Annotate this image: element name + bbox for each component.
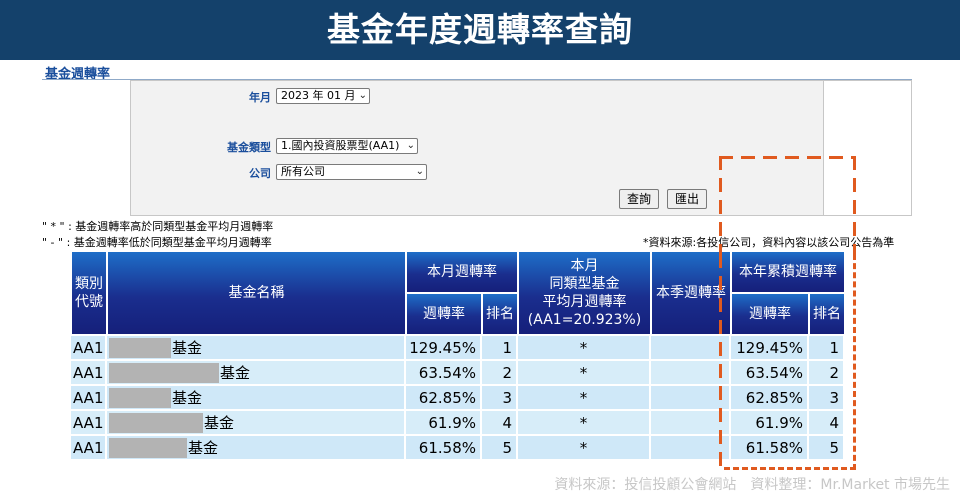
fund-name-suffix: 基金 bbox=[172, 339, 203, 357]
cell-fund-name: 基金 bbox=[107, 436, 406, 461]
cell-fund-name: 基金 bbox=[107, 411, 406, 436]
cell-same-type-average: * bbox=[518, 436, 651, 461]
form-side-panel bbox=[824, 80, 912, 216]
highlight-box-left bbox=[719, 254, 722, 470]
fund-name-suffix: 基金 bbox=[204, 414, 235, 432]
query-button[interactable]: 查詢 bbox=[619, 189, 659, 209]
redacted-fund-name bbox=[109, 412, 203, 433]
data-source-note: *資料來源:各投信公司，資料內容以該公司公告為準 bbox=[643, 236, 895, 249]
chevron-down-icon: ⌄ bbox=[415, 166, 424, 177]
note-below-average: " - " : 基金週轉率低於同類型基金平均月週轉率 bbox=[42, 236, 272, 249]
year-month-label: 年月 bbox=[249, 91, 271, 104]
cell-turnover-rate: 129.45% bbox=[406, 336, 482, 361]
cell-fund-name: 基金 bbox=[107, 386, 406, 411]
redacted-fund-name bbox=[109, 337, 171, 358]
header-turnover-rate: 週轉率 bbox=[406, 293, 482, 335]
fund-type-value: 1.國內投資股票型(AA1) bbox=[281, 139, 400, 152]
cell-rank: 5 bbox=[482, 436, 518, 461]
highlight-box-top bbox=[719, 156, 856, 159]
cell-category-code: AA1 bbox=[71, 336, 107, 361]
cell-same-type-average: * bbox=[518, 336, 651, 361]
highlight-box-right-upper bbox=[853, 156, 856, 256]
header-rank: 排名 bbox=[482, 293, 518, 335]
redacted-fund-name bbox=[109, 362, 219, 383]
cell-same-type-average: * bbox=[518, 361, 651, 386]
export-button[interactable]: 匯出 bbox=[667, 189, 707, 209]
chevron-down-icon: ⌄ bbox=[406, 140, 415, 151]
banner-title: 基金年度週轉率查詢 bbox=[327, 10, 633, 49]
cell-rank: 2 bbox=[482, 361, 518, 386]
title-banner: 基金年度週轉率查詢 bbox=[0, 0, 960, 60]
cell-category-code: AA1 bbox=[71, 436, 107, 461]
fund-type-label: 基金類型 bbox=[227, 141, 271, 154]
cell-rank: 4 bbox=[482, 411, 518, 436]
chevron-down-icon: ⌄ bbox=[358, 90, 367, 101]
cell-rank: 1 bbox=[482, 336, 518, 361]
header-same-type-average: 本月 同類型基金 平均月週轉率 (AA1=20.923%) bbox=[518, 251, 651, 335]
cell-category-code: AA1 bbox=[71, 386, 107, 411]
redacted-fund-name bbox=[109, 437, 187, 458]
header-category-code: 類別代號 bbox=[71, 251, 107, 335]
cell-fund-name: 基金 bbox=[107, 336, 406, 361]
cell-turnover-rate: 62.85% bbox=[406, 386, 482, 411]
year-month-value: 2023 年 01 月 bbox=[281, 89, 356, 102]
header-monthly-turnover: 本月週轉率 bbox=[406, 251, 518, 293]
fund-name-suffix: 基金 bbox=[172, 389, 203, 407]
highlight-box-left-upper bbox=[719, 156, 722, 256]
company-value: 所有公司 bbox=[281, 165, 325, 178]
highlight-box bbox=[724, 254, 856, 470]
cell-same-type-average: * bbox=[518, 386, 651, 411]
page: 基金年度週轉率查詢 基金 週轉率 年月 2023 年 01 月 ⌄ 基金類型 1.… bbox=[0, 0, 960, 502]
cell-turnover-rate: 61.9% bbox=[406, 411, 482, 436]
redacted-fund-name bbox=[109, 387, 171, 408]
cell-rank: 3 bbox=[482, 386, 518, 411]
note-above-average: " * " : 基金週轉率高於同類型基金平均月週轉率 bbox=[42, 220, 274, 233]
company-label: 公司 bbox=[249, 167, 271, 180]
header-fund-name: 基金名稱 bbox=[107, 251, 406, 335]
fund-name-suffix: 基金 bbox=[220, 364, 251, 382]
cell-category-code: AA1 bbox=[71, 361, 107, 386]
company-select[interactable]: 所有公司 ⌄ bbox=[276, 164, 427, 180]
cell-turnover-rate: 61.58% bbox=[406, 436, 482, 461]
cell-same-type-average: * bbox=[518, 411, 651, 436]
fund-type-select[interactable]: 1.國內投資股票型(AA1) ⌄ bbox=[276, 138, 418, 154]
footer-credit: 資料來源：投信投顧公會網站 資料整理：Mr.Market 市場先生 bbox=[554, 477, 950, 493]
fund-name-suffix: 基金 bbox=[188, 439, 219, 457]
cell-category-code: AA1 bbox=[71, 411, 107, 436]
year-month-select[interactable]: 2023 年 01 月 ⌄ bbox=[276, 88, 370, 104]
cell-fund-name: 基金 bbox=[107, 361, 406, 386]
cell-turnover-rate: 63.54% bbox=[406, 361, 482, 386]
